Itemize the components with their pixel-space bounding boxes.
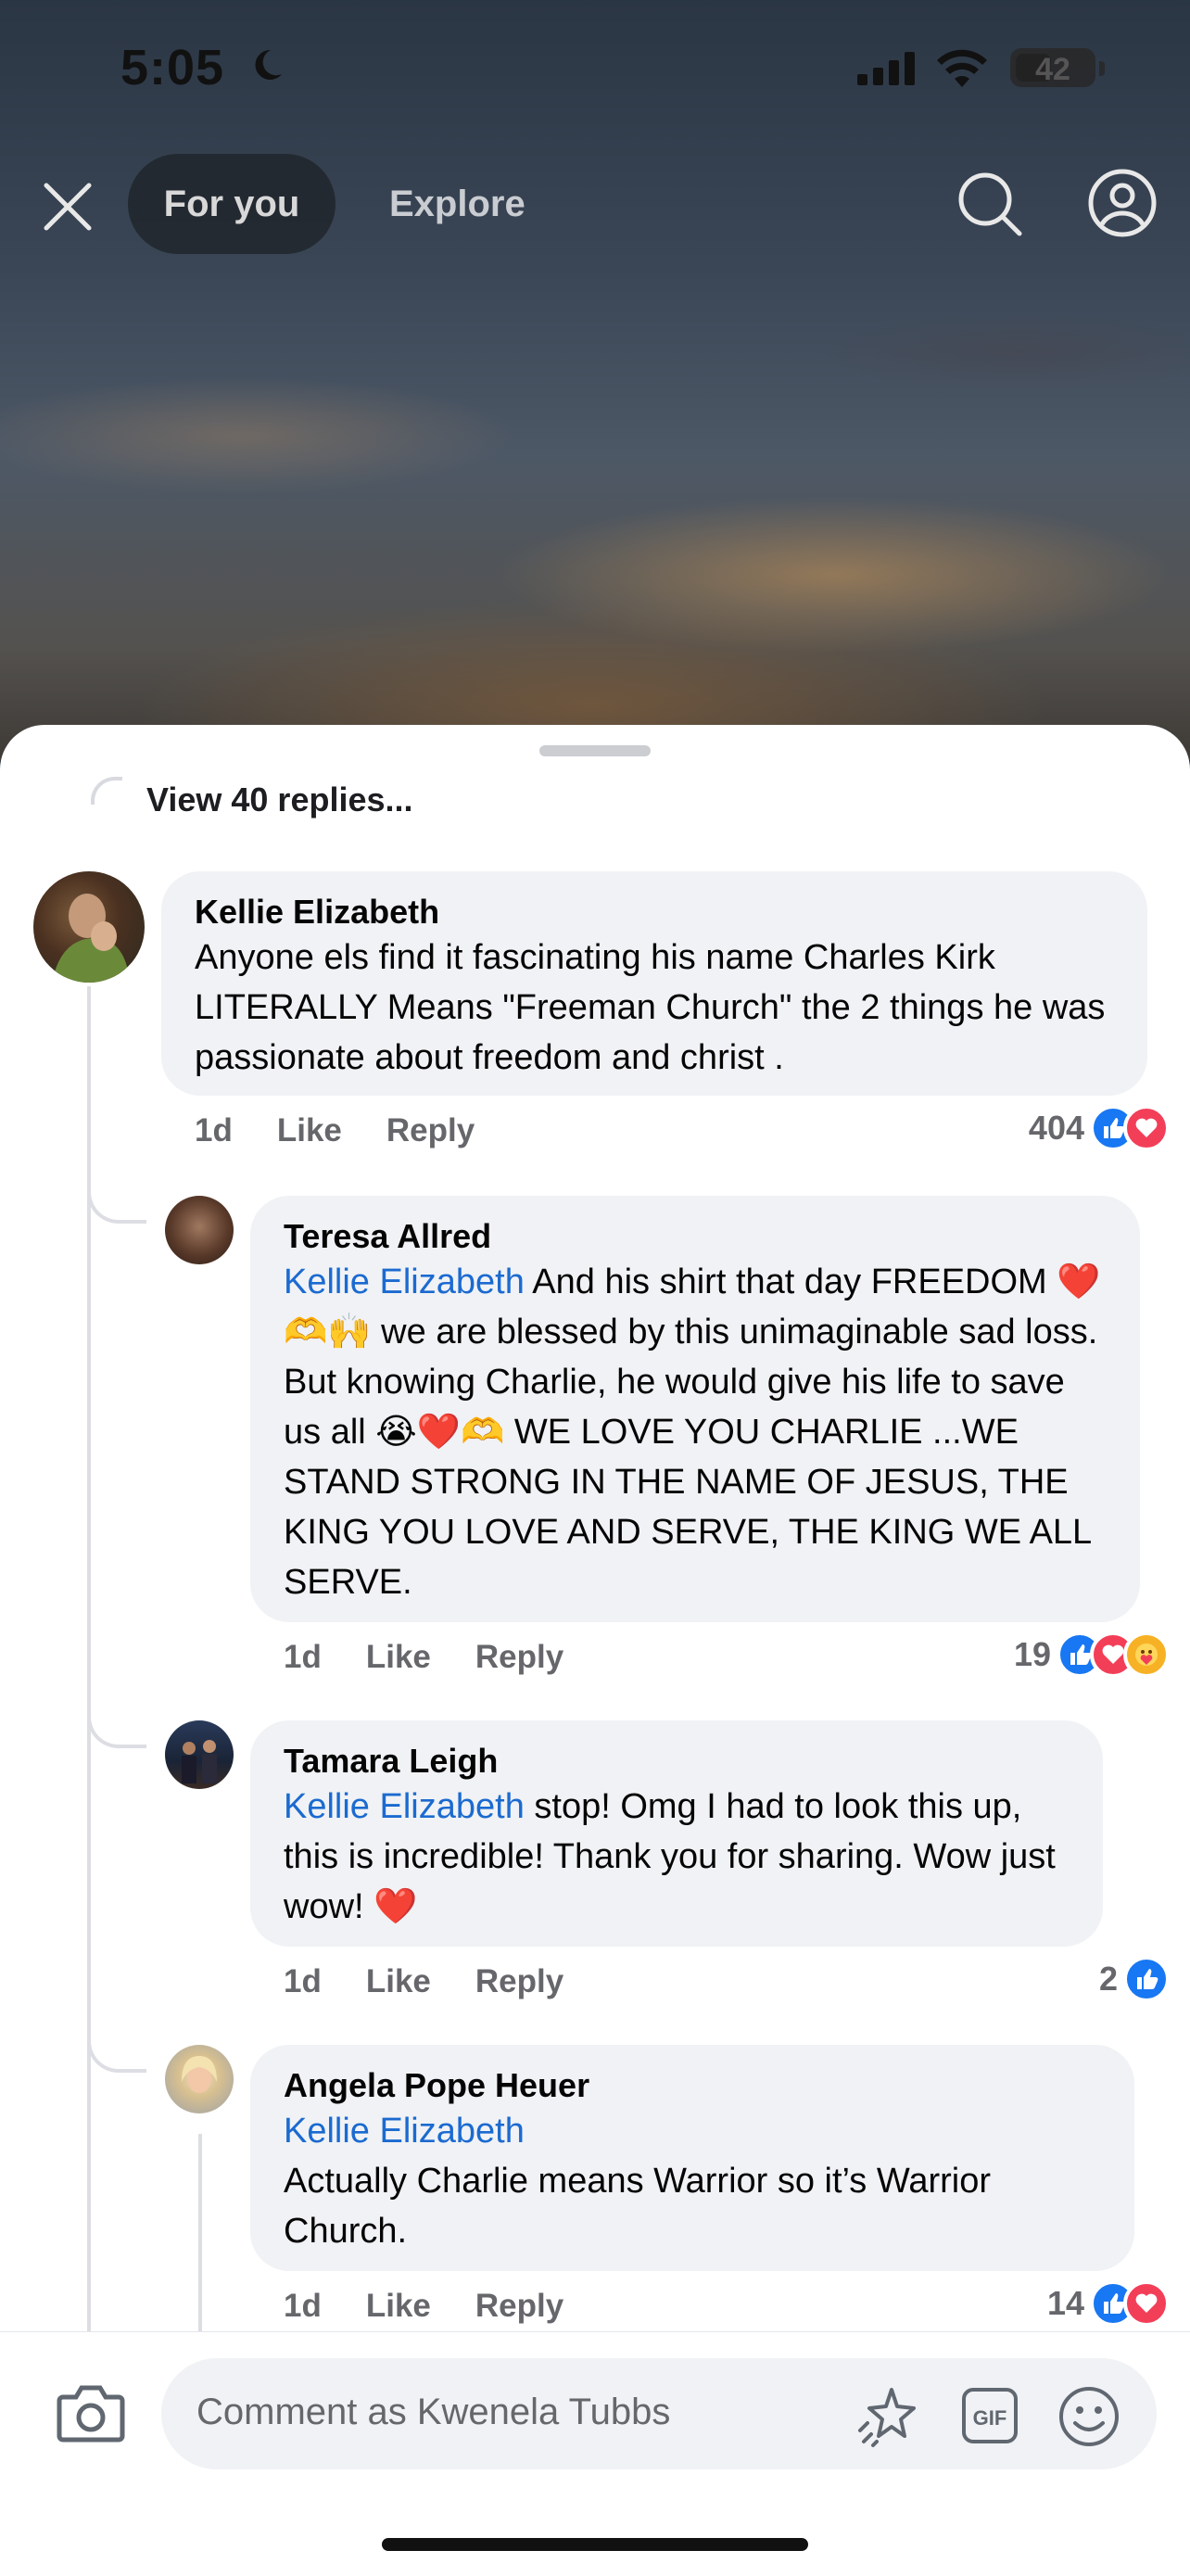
like-reaction-icon [1123, 1956, 1170, 2002]
mention-link[interactable]: Kellie Elizabeth [284, 1263, 525, 1301]
close-icon[interactable] [37, 176, 98, 237]
reply-button[interactable]: Reply [386, 1112, 475, 1149]
reaction-count: 404 [1028, 1109, 1084, 1147]
comments-sheet: View 40 replies... Kellie Elizabeth Anyo… [0, 725, 1190, 2575]
reaction-count: 2 [1098, 1960, 1118, 1998]
comment-text: Actually Charlie means Warrior so it’s W… [284, 2162, 991, 2251]
comment-time: 1d [284, 1639, 322, 1675]
reply-button[interactable]: Reply [475, 2288, 563, 2325]
top-navigation: For you Explore [0, 154, 1190, 254]
care-reaction-icon [1123, 1631, 1170, 1678]
comment-author[interactable]: Angela Pope Heuer [284, 2065, 1101, 2106]
comment-input[interactable]: Comment as Kwenela Tubbs GIF [161, 2358, 1157, 2469]
like-button[interactable]: Like [366, 1963, 431, 2000]
svg-text:GIF: GIF [973, 2406, 1007, 2430]
emoji-icon[interactable] [1057, 2384, 1121, 2449]
reaction-summary[interactable]: 2 [1099, 1956, 1170, 2002]
avatar[interactable] [33, 871, 145, 983]
thread-branch [87, 1188, 146, 1224]
comment-time: 1d [284, 2288, 322, 2324]
battery-tip [1099, 61, 1105, 76]
comment-text: And his shirt that day FREEDOM ❤️🫶🙌 we a… [284, 1263, 1101, 1602]
thread-branch [87, 1713, 146, 1748]
comment-bubble: Tamara Leigh Kellie Elizabeth stop! Omg … [250, 1720, 1103, 1947]
camera-icon[interactable] [56, 2380, 126, 2445]
like-button[interactable]: Like [277, 1112, 342, 1149]
comment-actions: 1d Like Reply [284, 1639, 608, 1676]
thread-branch [87, 2037, 146, 2073]
battery-level: 42 [1035, 52, 1070, 87]
like-button[interactable]: Like [366, 2288, 431, 2325]
reaction-summary[interactable]: 19 [1014, 1631, 1170, 1678]
comment-time: 1d [195, 1112, 233, 1148]
comment-text-wrap: Kellie Elizabeth stop! Omg I had to look… [284, 1782, 1070, 1932]
reaction-count: 14 [1046, 2284, 1084, 2322]
cellular-signal-icon [857, 52, 915, 85]
battery-icon: 42 [1010, 48, 1095, 87]
reaction-summary[interactable]: 404 [1029, 1105, 1170, 1151]
gif-icon[interactable]: GIF [960, 2386, 1019, 2445]
reply-button[interactable]: Reply [475, 1963, 563, 2000]
comment-actions: 1d Like Reply [284, 2288, 608, 2325]
love-reaction-icon [1123, 2280, 1170, 2327]
comment-actions: 1d Like Reply [284, 1963, 608, 2000]
home-indicator [382, 2538, 808, 2551]
avatar[interactable] [165, 1196, 234, 1264]
comment-text-wrap: Kellie Elizabeth And his shirt that day … [284, 1257, 1107, 1607]
thread-connector [91, 777, 122, 805]
drag-handle[interactable] [539, 745, 651, 756]
reaction-count: 19 [1013, 1635, 1051, 1673]
status-time: 5:05 [120, 40, 225, 95]
tab-for-you[interactable]: For you [128, 154, 335, 254]
comment-text: Anyone els find it fascinating his name … [195, 938, 1106, 1077]
search-icon[interactable] [955, 169, 1025, 239]
profile-icon[interactable] [1086, 167, 1158, 239]
like-button[interactable]: Like [366, 1639, 431, 1676]
reply-button[interactable]: Reply [475, 1639, 563, 1676]
comment-time: 1d [284, 1963, 322, 1999]
tab-explore[interactable]: Explore [389, 154, 525, 254]
comment-actions: 1d Like Reply [195, 1112, 519, 1149]
view-replies-link[interactable]: View 40 replies... [146, 780, 413, 819]
comment-bubble: Teresa Allred Kellie Elizabeth And his s… [250, 1196, 1140, 1622]
comment-placeholder: Comment as Kwenela Tubbs [196, 2392, 671, 2432]
avatar[interactable] [165, 1720, 234, 1789]
mention-link[interactable]: Kellie Elizabeth [284, 1787, 525, 1826]
moon-icon [255, 49, 282, 80]
comment-author[interactable]: Tamara Leigh [284, 1741, 1070, 1782]
comment-bubble: Angela Pope Heuer Kellie Elizabeth Actua… [250, 2045, 1134, 2271]
mention-link[interactable]: Kellie Elizabeth [284, 2106, 1101, 2156]
wifi-icon [937, 49, 987, 87]
comment-composer-bar: Comment as Kwenela Tubbs GIF [0, 2331, 1190, 2576]
status-bar: 5:05 42 [0, 0, 1190, 139]
avatar-sticker-icon[interactable] [855, 2382, 921, 2449]
avatar[interactable] [165, 2045, 234, 2113]
comment-author[interactable]: Kellie Elizabeth [195, 892, 1114, 933]
reaction-summary[interactable]: 14 [1047, 2280, 1170, 2327]
comment-bubble: Kellie Elizabeth Anyone els find it fasc… [161, 871, 1147, 1096]
love-reaction-icon [1123, 1105, 1170, 1151]
comment-author[interactable]: Teresa Allred [284, 1216, 1107, 1257]
